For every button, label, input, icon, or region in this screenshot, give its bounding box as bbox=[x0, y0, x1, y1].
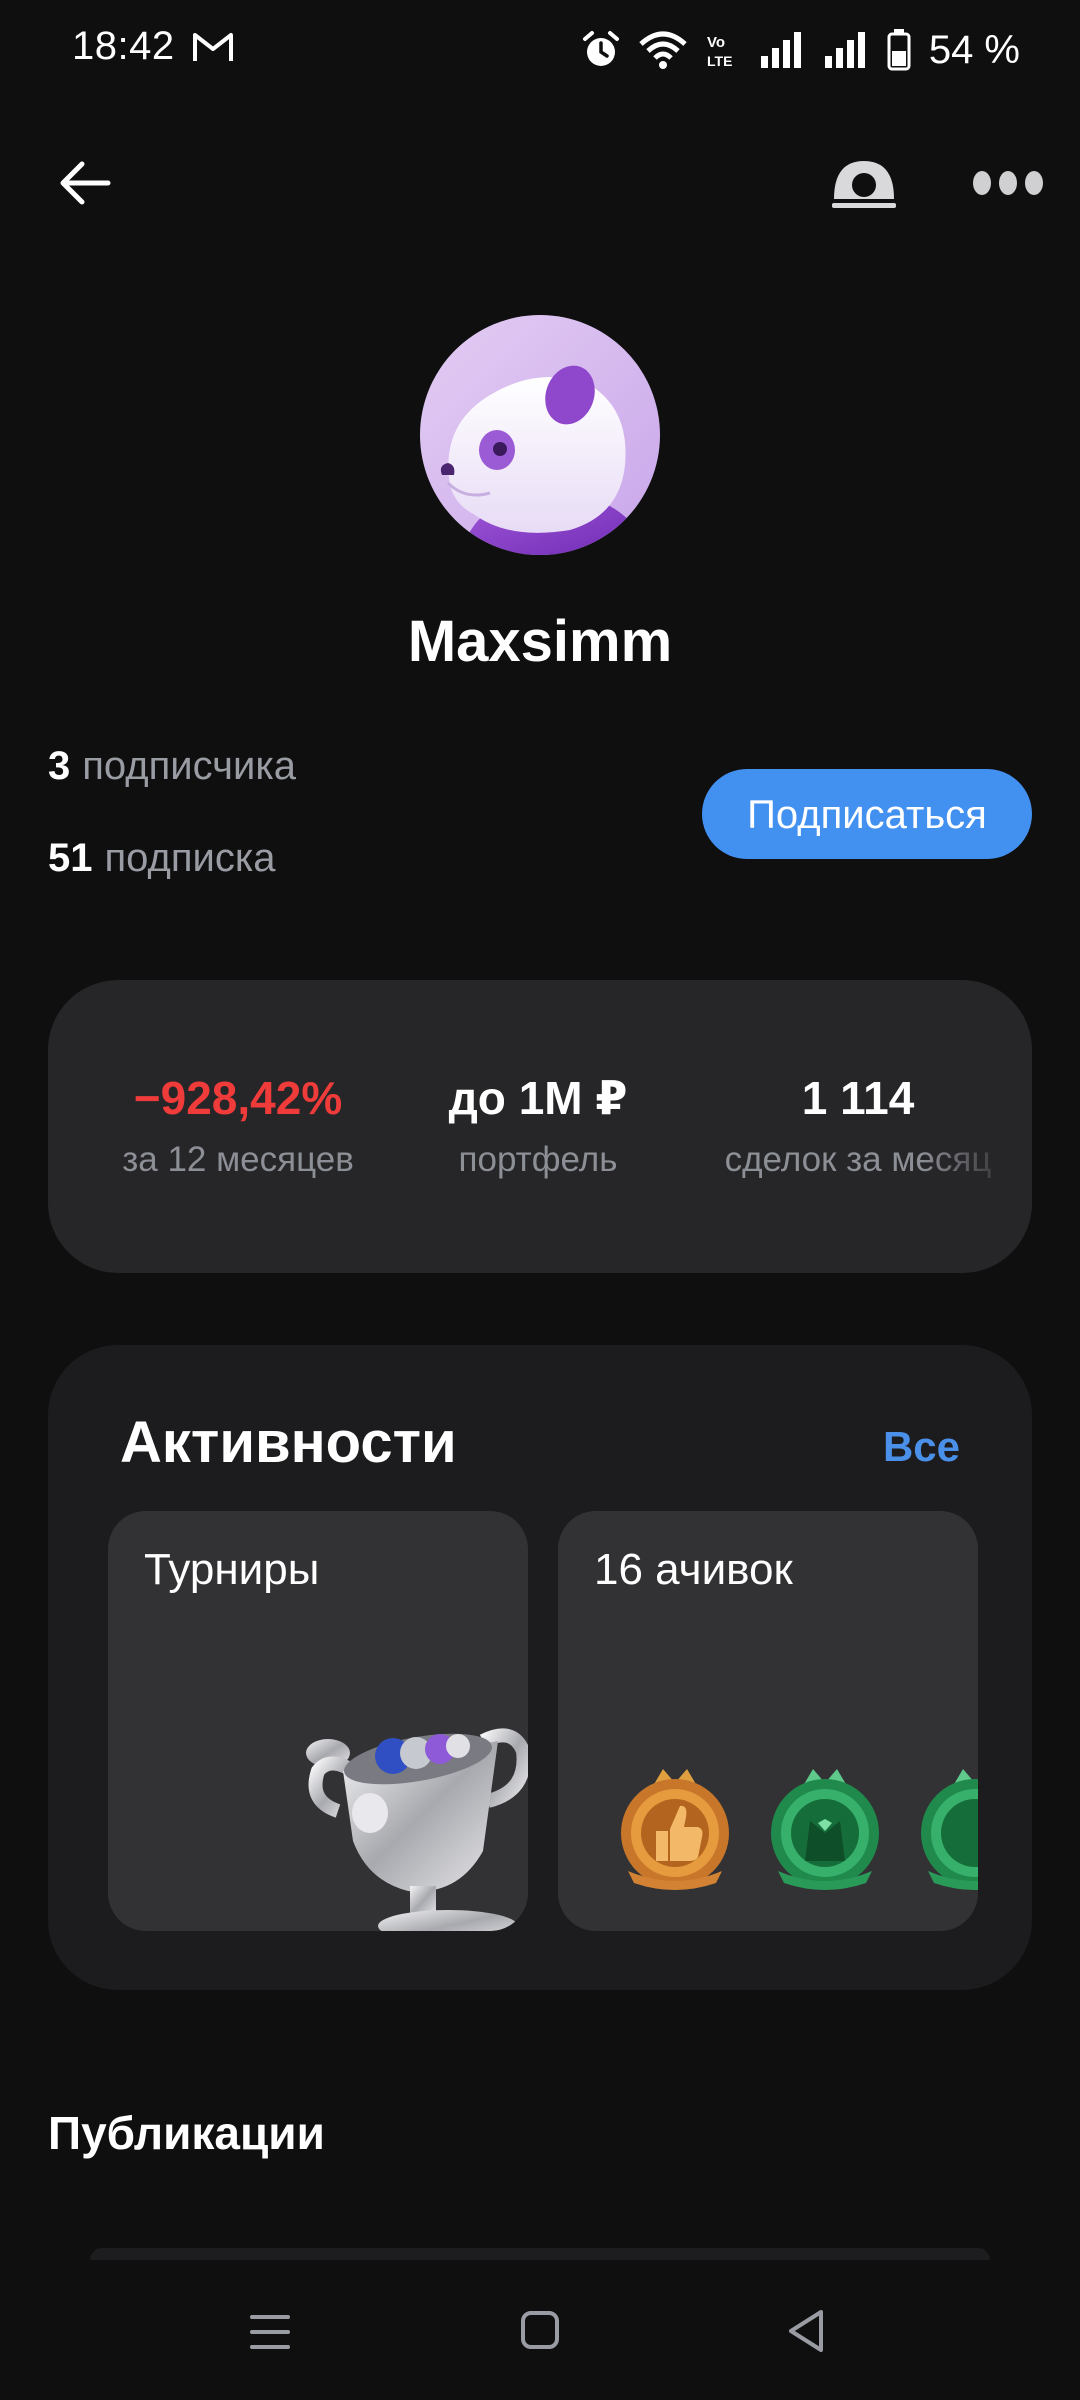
like-badge-icon bbox=[621, 1769, 729, 1890]
menu-icon[interactable] bbox=[248, 2312, 292, 2352]
following-label: подписка bbox=[104, 836, 276, 880]
signal-icon bbox=[760, 32, 801, 68]
following-count[interactable]: 51 подписка bbox=[48, 836, 276, 881]
green-badge-icon bbox=[921, 1769, 978, 1890]
signal-icon bbox=[824, 32, 865, 68]
stat-label: за 12 месяцев bbox=[122, 1140, 354, 1179]
battery-percent: 54 % bbox=[928, 27, 1020, 72]
tournaments-tile[interactable]: Турниры bbox=[108, 1511, 528, 1931]
stat-label: портфель bbox=[458, 1140, 618, 1179]
tuxedo-badge-icon bbox=[771, 1769, 879, 1890]
svg-text:LTE: LTE bbox=[707, 53, 732, 69]
tile-title: 16 ачивок bbox=[594, 1545, 793, 1594]
subscribe-button[interactable]: Подписаться bbox=[702, 769, 1032, 859]
stat-yield: −928,42% за 12 месяцев bbox=[88, 1070, 388, 1180]
following-number: 51 bbox=[48, 836, 93, 880]
alarm-icon bbox=[582, 31, 619, 66]
stats-card: −928,42% за 12 месяцев до 1М ₽ портфель … bbox=[48, 980, 1032, 1273]
more-dots-icon[interactable] bbox=[972, 166, 1044, 200]
battery-icon bbox=[887, 29, 911, 71]
trophy-icon bbox=[306, 1728, 528, 1931]
volte-icon: Vo LTE bbox=[707, 34, 732, 69]
activities-title: Активности bbox=[120, 1410, 457, 1475]
home-icon[interactable] bbox=[520, 2310, 560, 2350]
publications-title: Публикации bbox=[48, 2107, 325, 2159]
followers-label: подписчика bbox=[82, 744, 296, 788]
achievements-tile[interactable]: 16 ачивок bbox=[558, 1511, 978, 1931]
username: Maxsimm bbox=[407, 609, 673, 674]
fade-overlay bbox=[922, 980, 1032, 1273]
panda-avatar-icon[interactable] bbox=[420, 315, 660, 555]
svg-text:Vo: Vo bbox=[707, 34, 725, 51]
status-icons: Vo LTE 54 % bbox=[581, 22, 1020, 78]
gmail-icon bbox=[193, 33, 233, 61]
status-bar: 18:42 Vo LTE 54 % bbox=[0, 0, 1080, 100]
stat-value: до 1М ₽ bbox=[448, 1072, 628, 1124]
status-time: 18:42 bbox=[72, 24, 175, 68]
all-activities-link[interactable]: Все bbox=[883, 1423, 960, 1471]
camera-icon[interactable] bbox=[830, 155, 898, 211]
navigation-bar bbox=[0, 2260, 1080, 2400]
wifi-icon bbox=[639, 31, 687, 69]
publication-card-preview[interactable] bbox=[90, 2248, 990, 2260]
tile-title: Турниры bbox=[144, 1545, 320, 1594]
followers-count[interactable]: 3 подписчика bbox=[48, 744, 296, 789]
followers-number: 3 bbox=[48, 744, 71, 788]
back-arrow-icon[interactable] bbox=[56, 155, 112, 211]
back-icon[interactable] bbox=[786, 2308, 826, 2354]
stat-value: −928,42% bbox=[133, 1072, 343, 1124]
stat-portfolio: до 1М ₽ портфель bbox=[388, 1070, 688, 1180]
activities-card: Активности Все Турниры 16 ачивок bbox=[48, 1345, 1032, 1990]
